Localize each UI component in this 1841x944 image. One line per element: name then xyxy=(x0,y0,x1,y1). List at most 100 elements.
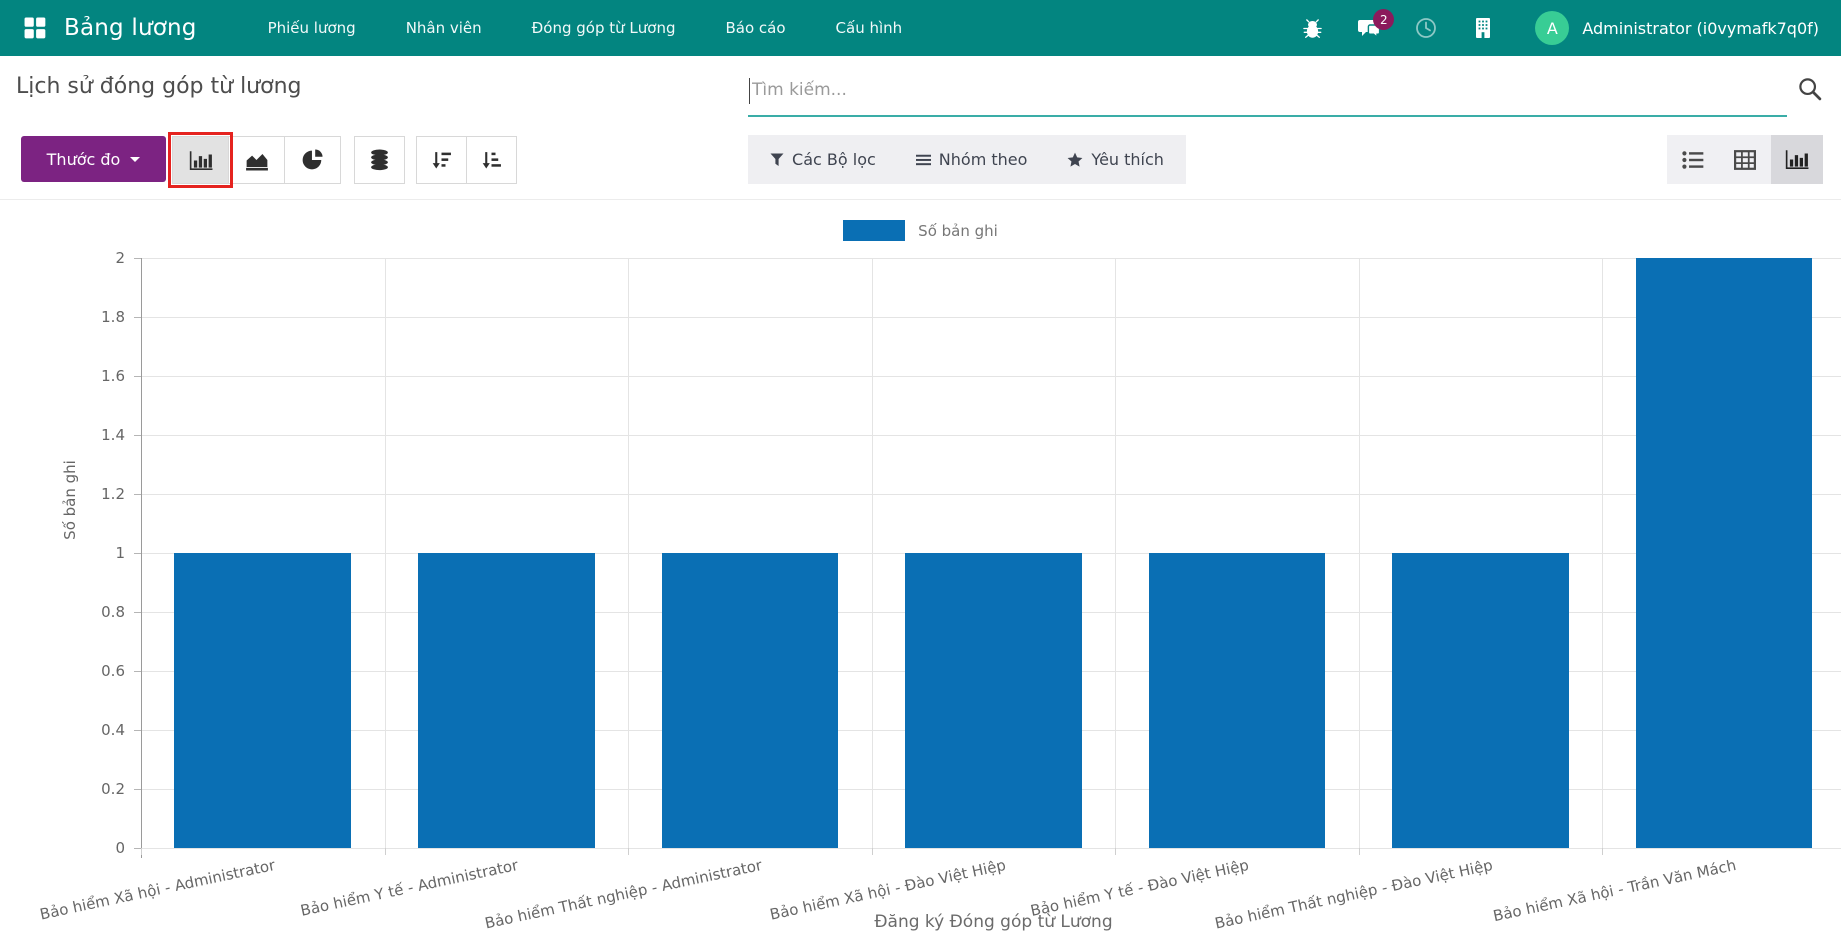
y-tick-mark xyxy=(134,612,141,613)
measures-button-label: Thước đo xyxy=(47,150,121,169)
y-tick-mark xyxy=(134,553,141,554)
bar-1[interactable] xyxy=(174,553,351,848)
y-tick-mark xyxy=(134,730,141,731)
y-tick-label: 0 xyxy=(115,839,125,857)
y-tick-mark xyxy=(134,789,141,790)
chart-legend[interactable]: Số bản ghi xyxy=(0,220,1841,241)
sort-desc-icon xyxy=(431,150,452,171)
y-tick-label: 1 xyxy=(115,544,125,562)
search-icon[interactable] xyxy=(1797,76,1823,102)
y-tick-mark xyxy=(134,258,141,259)
avatar[interactable]: A xyxy=(1535,11,1569,45)
bar-2[interactable] xyxy=(418,553,595,848)
chart-type-group xyxy=(172,136,341,184)
y-tick-mark xyxy=(134,376,141,377)
gridline-v xyxy=(1115,258,1116,848)
y-tick-label: 0.8 xyxy=(101,603,125,621)
sort-asc-icon xyxy=(481,150,502,171)
group-by-button[interactable]: Nhóm theo xyxy=(916,150,1028,169)
bar-5[interactable] xyxy=(1149,553,1326,848)
company-icon[interactable] xyxy=(1471,16,1495,40)
main-menu: Phiếu lương Nhân viên Đóng góp từ Lương … xyxy=(243,0,928,56)
apps-menu-icon[interactable] xyxy=(24,17,46,39)
y-tick-mark xyxy=(134,317,141,318)
control-panel-buttons: Thước đo xyxy=(0,135,1841,184)
y-axis-ticks: 00.20.40.60.811.21.41.61.82 xyxy=(0,258,133,848)
user-menu[interactable]: Administrator (i0vymafk7q0f) xyxy=(1582,19,1819,38)
gridline-v xyxy=(1359,258,1360,848)
menu-item-contributions[interactable]: Đóng góp từ Lương xyxy=(507,0,701,56)
menu-item-employees[interactable]: Nhân viên xyxy=(381,0,507,56)
search-input[interactable] xyxy=(748,64,1787,115)
chevron-down-icon xyxy=(130,157,140,162)
pivot-view-button[interactable] xyxy=(1719,135,1771,184)
graph-view-button[interactable] xyxy=(1771,135,1823,184)
pivot-view-icon xyxy=(1734,150,1756,170)
favorites-button[interactable]: Yêu thích xyxy=(1067,150,1164,169)
x-tick-mark xyxy=(385,848,386,855)
list-view-button[interactable] xyxy=(1667,135,1719,184)
y-tick-mark xyxy=(134,435,141,436)
sort-ascending-button[interactable] xyxy=(466,136,517,184)
stacked-button[interactable] xyxy=(354,136,405,184)
gridline-h xyxy=(141,258,1841,259)
legend-label: Số bản ghi xyxy=(918,222,998,240)
gridline-v xyxy=(628,258,629,848)
gridline-h xyxy=(141,435,1841,436)
pie-chart-icon xyxy=(302,149,324,171)
y-tick-mark xyxy=(134,494,141,495)
legend-swatch xyxy=(843,220,905,241)
bug-icon[interactable] xyxy=(1300,16,1324,40)
menu-item-settings[interactable]: Cấu hình xyxy=(811,0,928,56)
y-tick-mark xyxy=(134,848,141,849)
filter-icon xyxy=(770,153,784,167)
y-axis-line xyxy=(141,258,142,858)
filters-button-label: Các Bộ lọc xyxy=(792,150,876,169)
gridline-h xyxy=(141,317,1841,318)
x-tick-label: Bảo hiểm Y tế - Đào Việt Hiệp xyxy=(1029,856,1251,920)
gridline-h xyxy=(141,494,1841,495)
menu-item-reports[interactable]: Báo cáo xyxy=(700,0,810,56)
x-axis-title: Đăng ký Đóng góp từ Lương xyxy=(141,912,1841,932)
page-title: Lịch sử đóng góp từ lương xyxy=(16,74,302,99)
text-caret xyxy=(749,78,750,104)
sort-group xyxy=(416,136,517,184)
gridline-h xyxy=(141,376,1841,377)
favorites-button-label: Yêu thích xyxy=(1091,150,1164,169)
messages-icon[interactable]: 2 xyxy=(1357,16,1381,40)
area-chart-type-button[interactable] xyxy=(228,136,285,184)
app-brand[interactable]: Bảng lương xyxy=(64,15,197,41)
filters-button[interactable]: Các Bộ lọc xyxy=(770,150,876,169)
stacked-toggle-group xyxy=(354,136,405,184)
gridline-v xyxy=(872,258,873,848)
measures-button[interactable]: Thước đo xyxy=(21,136,166,182)
y-tick-label: 1.6 xyxy=(101,367,125,385)
bar-chart-type-button[interactable] xyxy=(172,136,229,184)
search-filters-bar: Các Bộ lọc Nhóm theo Yêu thích xyxy=(748,135,1186,184)
gridline-v xyxy=(385,258,386,848)
x-tick-label: Bảo hiểm Y tế - Administrator xyxy=(299,856,520,920)
activities-icon[interactable] xyxy=(1414,16,1438,40)
bar-4[interactable] xyxy=(905,553,1082,848)
bar-6[interactable] xyxy=(1392,553,1569,848)
y-tick-label: 1.2 xyxy=(101,485,125,503)
control-panel: Lịch sử đóng góp từ lương Thước đo xyxy=(0,56,1841,200)
gridline-v xyxy=(1602,258,1603,848)
x-tick-mark xyxy=(141,848,142,855)
y-tick-label: 0.4 xyxy=(101,721,125,739)
x-tick-mark xyxy=(1602,848,1603,855)
y-tick-label: 1.4 xyxy=(101,426,125,444)
y-tick-label: 1.8 xyxy=(101,308,125,326)
area-chart-icon xyxy=(245,150,269,171)
pie-chart-type-button[interactable] xyxy=(284,136,341,184)
x-tick-mark xyxy=(1359,848,1360,855)
search-box xyxy=(748,64,1787,117)
menu-item-payslips[interactable]: Phiếu lương xyxy=(243,0,381,56)
sort-descending-button[interactable] xyxy=(416,136,467,184)
y-tick-label: 2 xyxy=(115,249,125,267)
graph-view: Số bản ghi Số bản ghi 00.20.40.60.811.21… xyxy=(0,200,1841,944)
y-tick-label: 0.2 xyxy=(101,780,125,798)
x-tick-mark xyxy=(1115,848,1116,855)
bar-7[interactable] xyxy=(1636,258,1813,848)
bar-3[interactable] xyxy=(662,553,839,848)
